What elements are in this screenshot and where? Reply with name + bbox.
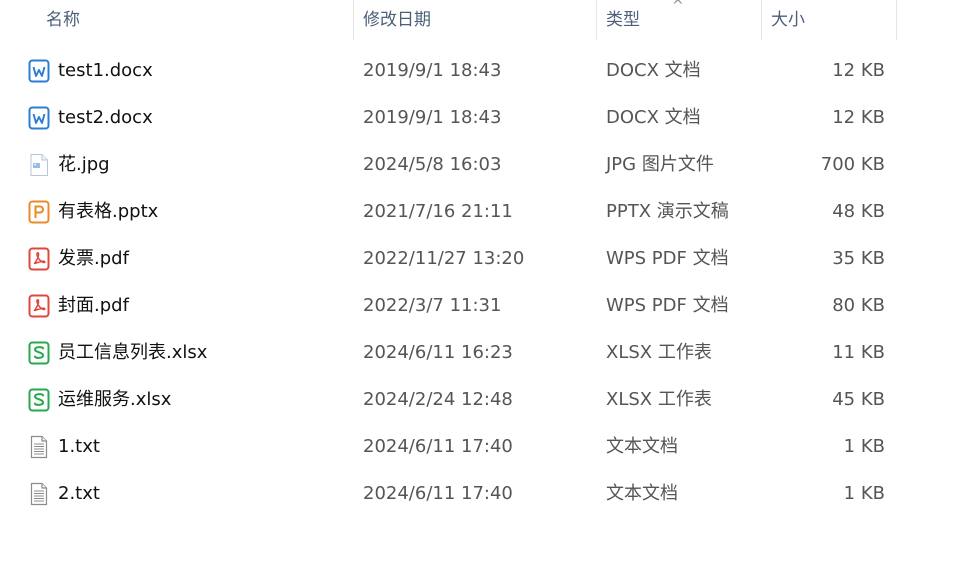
column-header-date[interactable]: 修改日期 (363, 0, 588, 40)
column-divider[interactable] (761, 0, 762, 40)
column-header-size[interactable]: 大小 (771, 0, 891, 40)
text-file-icon (28, 482, 50, 506)
file-size: 11 KB (832, 342, 885, 363)
word-doc-icon (28, 106, 50, 130)
pdf-file-icon (28, 247, 50, 271)
file-modified-date: 2024/2/24 12:48 (363, 389, 513, 410)
column-header-bar: 名称 修改日期 类型 ^ 大小 (0, 0, 964, 40)
file-row[interactable]: 发票.pdf 2022/11/27 13:20 WPS PDF 文档 35 KB (0, 235, 964, 282)
file-size: 12 KB (832, 60, 885, 81)
file-size: 45 KB (832, 389, 885, 410)
word-doc-icon (28, 59, 50, 83)
file-row[interactable]: test2.docx 2019/9/1 18:43 DOCX 文档 12 KB (0, 94, 964, 141)
file-row[interactable]: 花.jpg 2024/5/8 16:03 JPG 图片文件 700 KB (0, 141, 964, 188)
file-type: XLSX 工作表 (606, 342, 712, 363)
file-size: 1 KB (843, 436, 885, 457)
file-name[interactable]: 运维服务.xlsx (58, 376, 171, 423)
file-type: WPS PDF 文档 (606, 248, 729, 269)
file-modified-date: 2021/7/16 21:11 (363, 201, 513, 222)
column-divider[interactable] (353, 0, 354, 40)
file-modified-date: 2024/5/8 16:03 (363, 154, 502, 175)
file-row[interactable]: 员工信息列表.xlsx 2024/6/11 16:23 XLSX 工作表 11 KB (0, 329, 964, 376)
file-name[interactable]: test2.docx (58, 94, 153, 141)
pdf-file-icon (28, 294, 50, 318)
file-name[interactable]: 1.txt (58, 423, 100, 470)
file-type: DOCX 文档 (606, 60, 701, 81)
file-row[interactable]: 有表格.pptx 2021/7/16 21:11 PPTX 演示文稿 48 KB (0, 188, 964, 235)
file-modified-date: 2024/6/11 16:23 (363, 342, 513, 363)
file-type: XLSX 工作表 (606, 389, 712, 410)
file-name[interactable]: test1.docx (58, 47, 153, 94)
column-divider[interactable] (596, 0, 597, 40)
image-file-icon (28, 153, 50, 177)
file-size: 35 KB (832, 248, 885, 269)
file-row[interactable]: 1.txt 2024/6/11 17:40 文本文档 1 KB (0, 423, 964, 470)
file-row[interactable]: 运维服务.xlsx 2024/2/24 12:48 XLSX 工作表 45 KB (0, 376, 964, 423)
file-name[interactable]: 花.jpg (58, 141, 110, 188)
presentation-file-icon (28, 200, 50, 224)
file-modified-date: 2024/6/11 17:40 (363, 483, 513, 504)
file-modified-date: 2024/6/11 17:40 (363, 436, 513, 457)
file-type: PPTX 演示文稿 (606, 201, 729, 222)
file-type: JPG 图片文件 (606, 154, 714, 175)
file-type: 文本文档 (606, 483, 678, 504)
file-size: 12 KB (832, 107, 885, 128)
file-type: WPS PDF 文档 (606, 295, 729, 316)
file-type: DOCX 文档 (606, 107, 701, 128)
file-row[interactable]: 封面.pdf 2022/3/7 11:31 WPS PDF 文档 80 KB (0, 282, 964, 329)
spreadsheet-file-icon (28, 388, 50, 412)
file-modified-date: 2022/11/27 13:20 (363, 248, 525, 269)
file-row[interactable]: 2.txt 2024/6/11 17:40 文本文档 1 KB (0, 470, 964, 517)
file-size: 80 KB (832, 295, 885, 316)
file-type: 文本文档 (606, 436, 678, 457)
file-name[interactable]: 有表格.pptx (58, 188, 158, 235)
file-modified-date: 2019/9/1 18:43 (363, 60, 502, 81)
file-size: 1 KB (843, 483, 885, 504)
spreadsheet-file-icon (28, 341, 50, 365)
file-name[interactable]: 封面.pdf (58, 282, 129, 329)
sort-ascending-icon: ^ (672, 0, 684, 14)
file-name[interactable]: 发票.pdf (58, 235, 129, 282)
file-name[interactable]: 2.txt (58, 470, 100, 517)
file-size: 700 KB (820, 154, 885, 175)
file-size: 48 KB (832, 201, 885, 222)
file-name[interactable]: 员工信息列表.xlsx (58, 329, 207, 376)
file-modified-date: 2019/9/1 18:43 (363, 107, 502, 128)
column-divider[interactable] (896, 0, 897, 40)
file-row[interactable]: test1.docx 2019/9/1 18:43 DOCX 文档 12 KB (0, 47, 964, 94)
file-modified-date: 2022/3/7 11:31 (363, 295, 502, 316)
column-header-name[interactable]: 名称 (46, 0, 346, 40)
text-file-icon (28, 435, 50, 459)
